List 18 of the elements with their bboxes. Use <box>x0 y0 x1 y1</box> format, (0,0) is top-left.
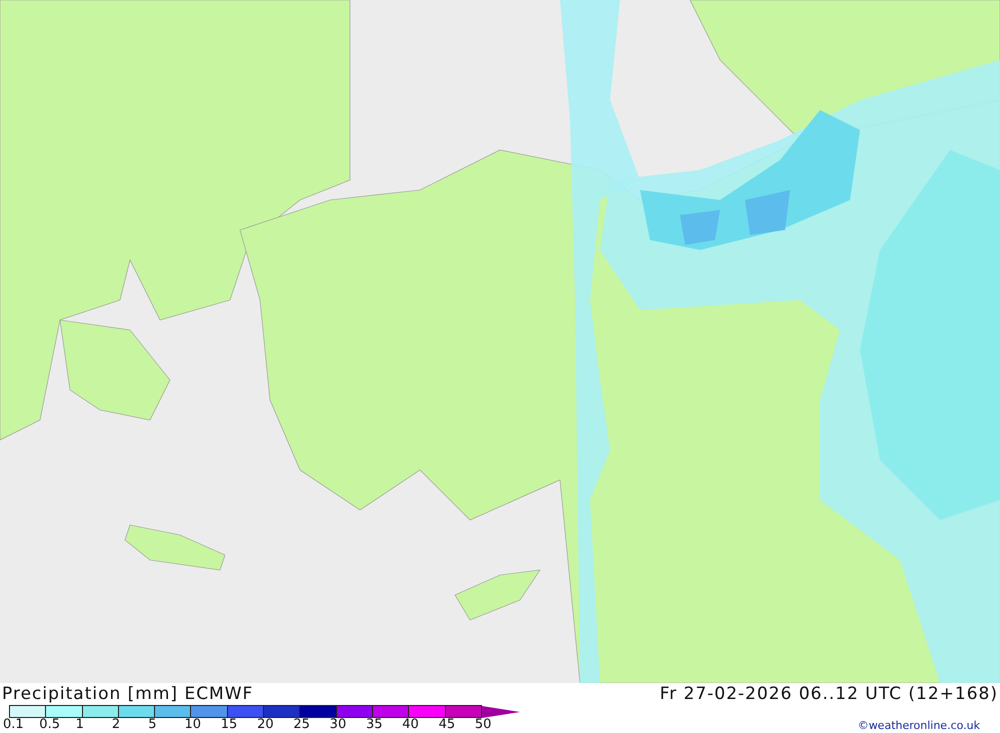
legend-label: 10 <box>184 718 202 732</box>
legend-label: 0.1 <box>3 718 25 732</box>
legend-label: 45 <box>438 718 456 732</box>
legend-arrow-icon <box>482 706 520 718</box>
credit-link[interactable]: ©weatheronline.co.uk <box>858 719 980 732</box>
legend-label: 25 <box>293 718 311 732</box>
legend-label: 40 <box>402 718 420 732</box>
legend-label: 1 <box>76 718 85 732</box>
legend-label: 5 <box>148 718 158 732</box>
legend-label: 50 <box>474 718 492 732</box>
legend-label: 30 <box>330 718 348 732</box>
legend-label: 0.5 <box>39 718 61 732</box>
legend-label: 2 <box>112 718 122 732</box>
legend-label: 15 <box>220 718 238 732</box>
map-title: Precipitation [mm] ECMWF <box>2 683 254 705</box>
legend-label: 35 <box>366 718 384 732</box>
legend-label: 20 <box>257 718 275 732</box>
valid-time: Fr 27-02-2026 06..12 UTC (12+168) <box>660 683 998 705</box>
